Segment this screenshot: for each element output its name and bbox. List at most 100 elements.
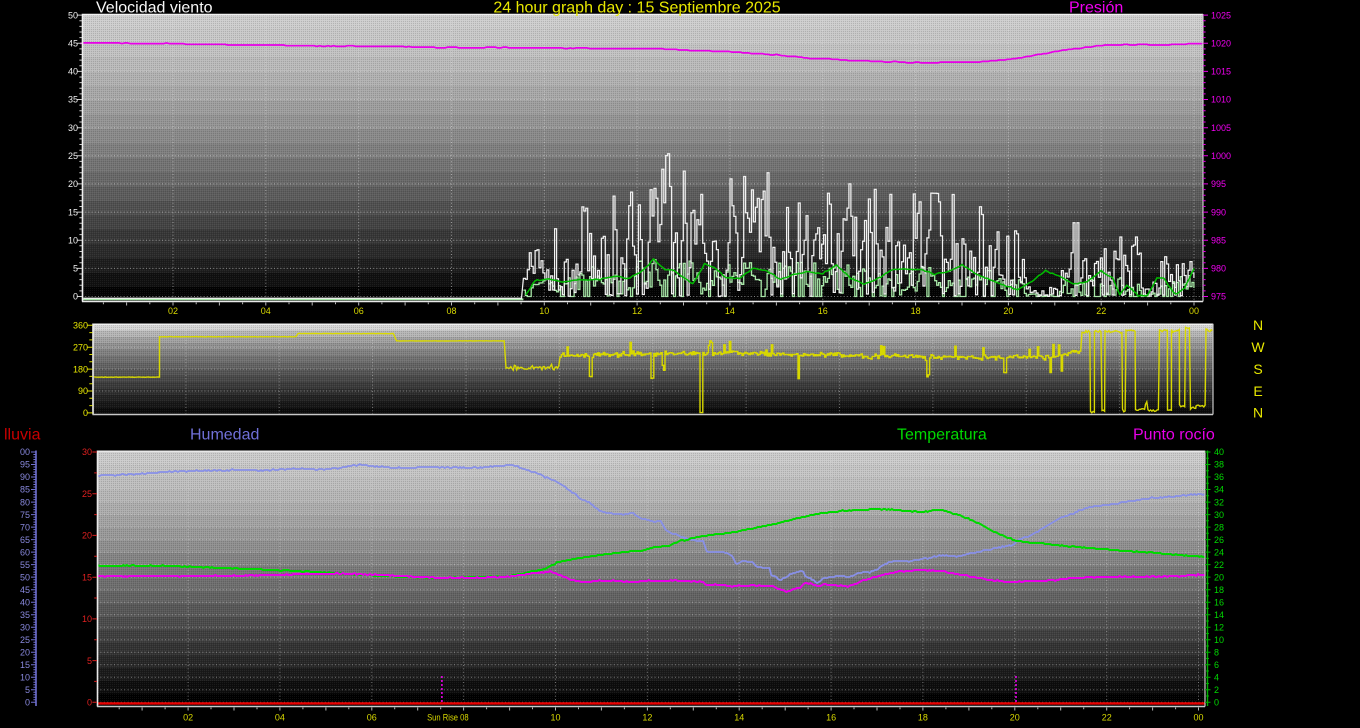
svg-text:12: 12	[1214, 622, 1224, 632]
svg-text:5: 5	[25, 685, 30, 695]
svg-text:18: 18	[1214, 585, 1224, 595]
svg-text:980: 980	[1211, 264, 1226, 274]
svg-text:00: 00	[20, 447, 30, 457]
svg-text:E: E	[1253, 383, 1262, 399]
svg-text:10: 10	[550, 713, 560, 723]
svg-text:06: 06	[354, 306, 364, 316]
svg-text:35: 35	[68, 95, 78, 105]
svg-text:16: 16	[826, 713, 836, 723]
svg-text:70: 70	[20, 522, 30, 532]
svg-text:lluvia: lluvia	[4, 427, 41, 444]
svg-text:00: 00	[1193, 713, 1203, 723]
svg-text:975: 975	[1211, 292, 1226, 302]
svg-text:16: 16	[1214, 597, 1224, 607]
svg-text:995: 995	[1211, 179, 1226, 189]
svg-text:04: 04	[261, 306, 271, 316]
svg-text:20: 20	[1003, 306, 1013, 316]
svg-text:20: 20	[1010, 713, 1020, 723]
svg-text:1005: 1005	[1211, 123, 1231, 133]
svg-text:45: 45	[68, 38, 78, 48]
svg-text:40: 40	[20, 597, 30, 607]
svg-text:0: 0	[25, 698, 30, 708]
svg-text:95: 95	[20, 460, 30, 470]
svg-text:18: 18	[911, 306, 921, 316]
svg-text:Velocidad viento: Velocidad viento	[96, 0, 213, 17]
svg-text:0: 0	[73, 292, 78, 302]
svg-text:15: 15	[20, 660, 30, 670]
svg-text:90: 90	[78, 386, 88, 396]
svg-text:35: 35	[20, 610, 30, 620]
svg-text:50: 50	[68, 10, 78, 20]
svg-text:14: 14	[734, 713, 744, 723]
svg-text:08: 08	[446, 306, 456, 316]
svg-text:20: 20	[20, 647, 30, 657]
svg-text:4: 4	[1214, 673, 1219, 683]
svg-text:1025: 1025	[1211, 10, 1231, 20]
svg-text:02: 02	[183, 713, 193, 723]
svg-text:12: 12	[632, 306, 642, 316]
svg-text:12: 12	[642, 713, 652, 723]
svg-text:30: 30	[1214, 510, 1224, 520]
svg-text:30: 30	[68, 123, 78, 133]
svg-text:80: 80	[20, 497, 30, 507]
svg-text:15: 15	[82, 572, 92, 582]
svg-text:25: 25	[68, 151, 78, 161]
svg-text:Humedad: Humedad	[190, 427, 259, 444]
svg-text:10: 10	[20, 673, 30, 683]
svg-text:22: 22	[1214, 560, 1224, 570]
svg-text:W: W	[1251, 339, 1265, 355]
svg-text:50: 50	[20, 572, 30, 582]
svg-text:40: 40	[68, 67, 78, 77]
svg-text:04: 04	[275, 713, 285, 723]
svg-text:Sun Rise 08: Sun Rise 08	[427, 713, 469, 723]
svg-text:N: N	[1253, 405, 1263, 421]
svg-text:1000: 1000	[1211, 151, 1231, 161]
svg-text:85: 85	[20, 485, 30, 495]
svg-text:22: 22	[1096, 306, 1106, 316]
svg-text:1020: 1020	[1211, 38, 1231, 48]
svg-text:24 hour graph day : 15 Septiem: 24 hour graph day : 15 Septiembre 2025	[493, 0, 780, 17]
svg-text:55: 55	[20, 560, 30, 570]
svg-text:34: 34	[1214, 485, 1224, 495]
svg-text:0: 0	[83, 408, 88, 418]
svg-text:26: 26	[1214, 535, 1224, 545]
svg-text:1015: 1015	[1211, 67, 1231, 77]
svg-text:6: 6	[1214, 660, 1219, 670]
svg-text:02: 02	[168, 306, 178, 316]
svg-text:10: 10	[1214, 635, 1224, 645]
svg-text:14: 14	[1214, 610, 1224, 620]
svg-text:75: 75	[20, 510, 30, 520]
svg-text:18: 18	[918, 713, 928, 723]
svg-text:5: 5	[73, 264, 78, 274]
svg-text:14: 14	[725, 306, 735, 316]
svg-text:5: 5	[87, 656, 92, 666]
svg-text:40: 40	[1214, 447, 1224, 457]
svg-text:60: 60	[20, 547, 30, 557]
svg-text:28: 28	[1214, 522, 1224, 532]
svg-text:270: 270	[73, 342, 88, 352]
svg-text:S: S	[1253, 361, 1262, 377]
svg-text:Presión: Presión	[1069, 0, 1123, 17]
svg-text:22: 22	[1102, 713, 1112, 723]
svg-text:10: 10	[82, 614, 92, 624]
svg-text:8: 8	[1214, 647, 1219, 657]
svg-text:990: 990	[1211, 207, 1226, 217]
svg-text:20: 20	[82, 531, 92, 541]
svg-text:25: 25	[82, 489, 92, 499]
svg-text:25: 25	[20, 635, 30, 645]
svg-text:0: 0	[87, 698, 92, 708]
svg-text:2: 2	[1214, 685, 1219, 695]
svg-text:90: 90	[20, 472, 30, 482]
svg-text:45: 45	[20, 585, 30, 595]
svg-text:10: 10	[68, 235, 78, 245]
svg-text:30: 30	[20, 622, 30, 632]
svg-text:06: 06	[367, 713, 377, 723]
svg-text:36: 36	[1214, 472, 1224, 482]
svg-text:Temperatura: Temperatura	[897, 427, 987, 444]
svg-text:00: 00	[1189, 306, 1199, 316]
svg-text:24: 24	[1214, 547, 1224, 557]
svg-text:985: 985	[1211, 235, 1226, 245]
svg-text:38: 38	[1214, 460, 1224, 470]
svg-text:10: 10	[539, 306, 549, 316]
svg-text:16: 16	[818, 306, 828, 316]
